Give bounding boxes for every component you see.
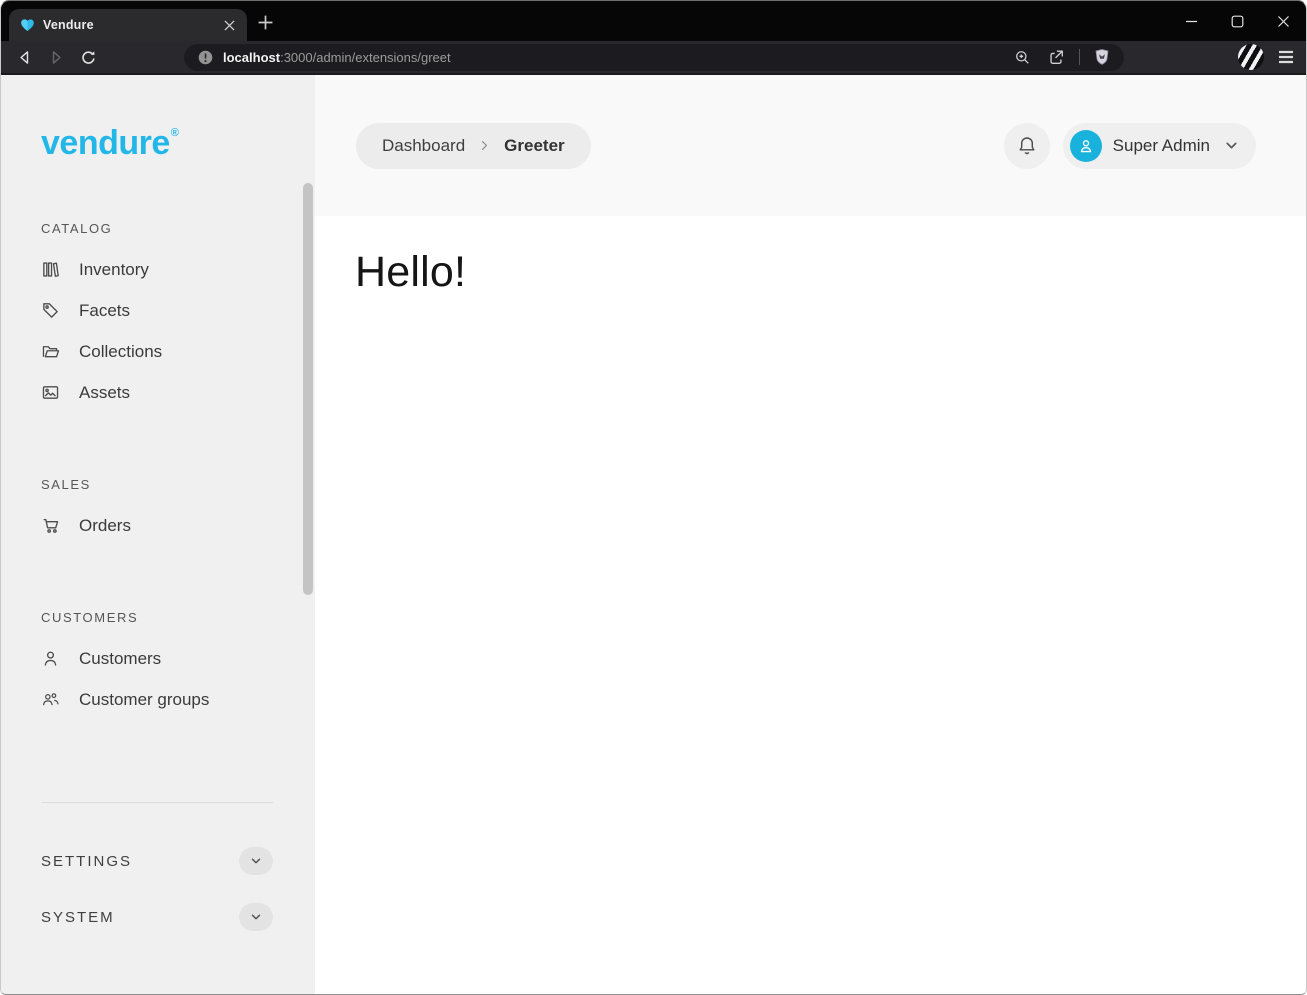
browser-titlebar: Vendure (1, 1, 1306, 41)
sidebar-item-label: Assets (79, 383, 130, 403)
sidebar-section-system[interactable]: SYSTEM (41, 889, 273, 945)
page-body: vendure® CATALOG Inventory Fa (1, 75, 1306, 994)
tab-title: Vendure (43, 18, 94, 32)
section-label-catalog: CATALOG (41, 221, 315, 236)
brave-shield-icon[interactable] (1093, 48, 1111, 66)
tab-close-icon[interactable] (221, 17, 237, 33)
breadcrumb-chevron-icon (478, 139, 491, 152)
user-icon (41, 649, 60, 668)
user-name: Super Admin (1113, 136, 1210, 156)
sidebar-section-customers: CUSTOMERS Customers Customer groups (41, 610, 315, 720)
sidebar-item-label: Inventory (79, 260, 149, 280)
url-bar[interactable]: localhost:3000/admin/extensions/greet (184, 44, 1124, 71)
maximize-button[interactable] (1231, 15, 1244, 28)
zoom-page-icon[interactable] (1014, 49, 1031, 66)
sidebar-item-customers[interactable]: Customers (41, 638, 315, 679)
window-controls (1185, 1, 1296, 41)
back-button[interactable] (15, 48, 34, 67)
browser-profile-avatar[interactable] (1238, 44, 1264, 70)
user-avatar (1070, 130, 1102, 162)
notifications-button[interactable] (1004, 123, 1050, 169)
sidebar-item-label: Customer groups (79, 690, 209, 710)
main-content: Hello! (315, 216, 1306, 994)
new-tab-button[interactable] (257, 14, 274, 31)
browser-menu-icon[interactable] (1278, 50, 1294, 64)
reload-button[interactable] (79, 48, 98, 67)
users-icon (41, 690, 60, 709)
system-expand-button[interactable] (239, 903, 273, 931)
page-title: Hello! (355, 248, 1306, 297)
bell-icon (1016, 135, 1038, 157)
chevron-down-icon (1223, 137, 1240, 154)
forward-button[interactable] (47, 48, 66, 67)
sidebar-item-collections[interactable]: Collections (41, 331, 315, 372)
browser-window: Vendure (0, 0, 1307, 995)
site-info-icon[interactable] (197, 49, 214, 66)
sidebar-section-catalog: CATALOG Inventory Facets (41, 221, 315, 413)
breadcrumb-greeter: Greeter (504, 136, 564, 156)
sidebar: vendure® CATALOG Inventory Fa (1, 75, 315, 994)
system-label: SYSTEM (41, 909, 115, 926)
chevron-down-icon (249, 910, 263, 924)
vendure-favicon (20, 18, 35, 32)
user-icon (1077, 137, 1095, 155)
sidebar-item-assets[interactable]: Assets (41, 372, 315, 413)
main-area: Dashboard Greeter Super Admin (315, 75, 1306, 994)
settings-expand-button[interactable] (239, 847, 273, 875)
url-path: :3000/admin/extensions/greet (280, 50, 451, 65)
minimize-button[interactable] (1185, 15, 1198, 28)
cart-icon (41, 516, 60, 535)
sidebar-item-inventory[interactable]: Inventory (41, 249, 315, 290)
sidebar-item-label: Facets (79, 301, 130, 321)
logo-text: vendure (41, 124, 170, 162)
settings-label: SETTINGS (41, 853, 132, 870)
section-label-sales: SALES (41, 477, 315, 492)
sidebar-item-label: Orders (79, 516, 131, 536)
urlbar-separator (1079, 49, 1080, 65)
browser-tab[interactable]: Vendure (9, 9, 247, 41)
chevron-down-icon (249, 854, 263, 868)
image-icon (41, 383, 60, 402)
sidebar-item-label: Collections (79, 342, 162, 362)
close-window-button[interactable] (1277, 15, 1290, 28)
sidebar-item-orders[interactable]: Orders (41, 505, 315, 546)
vendure-logo[interactable]: vendure® (41, 113, 315, 163)
url-host: localhost (223, 50, 280, 65)
sidebar-section-settings[interactable]: SETTINGS (41, 833, 273, 889)
tag-icon (41, 301, 60, 320)
section-label-customers: CUSTOMERS (41, 610, 315, 625)
breadcrumb: Dashboard Greeter (356, 123, 591, 169)
inventory-icon (41, 260, 60, 279)
share-icon[interactable] (1047, 48, 1065, 66)
logo-registered-mark: ® (171, 127, 179, 139)
sidebar-item-facets[interactable]: Facets (41, 290, 315, 331)
sidebar-item-customer-groups[interactable]: Customer groups (41, 679, 315, 720)
breadcrumb-dashboard[interactable]: Dashboard (382, 136, 465, 156)
sidebar-scrollbar-thumb[interactable] (303, 183, 313, 595)
sidebar-item-label: Customers (79, 649, 161, 669)
user-menu-button[interactable]: Super Admin (1063, 123, 1256, 169)
folder-icon (41, 342, 60, 361)
browser-toolbar: localhost:3000/admin/extensions/greet (1, 41, 1306, 75)
main-header: Dashboard Greeter Super Admin (315, 75, 1306, 216)
sidebar-divider (41, 802, 273, 803)
url-text: localhost:3000/admin/extensions/greet (223, 50, 451, 65)
sidebar-section-sales: SALES Orders (41, 477, 315, 546)
